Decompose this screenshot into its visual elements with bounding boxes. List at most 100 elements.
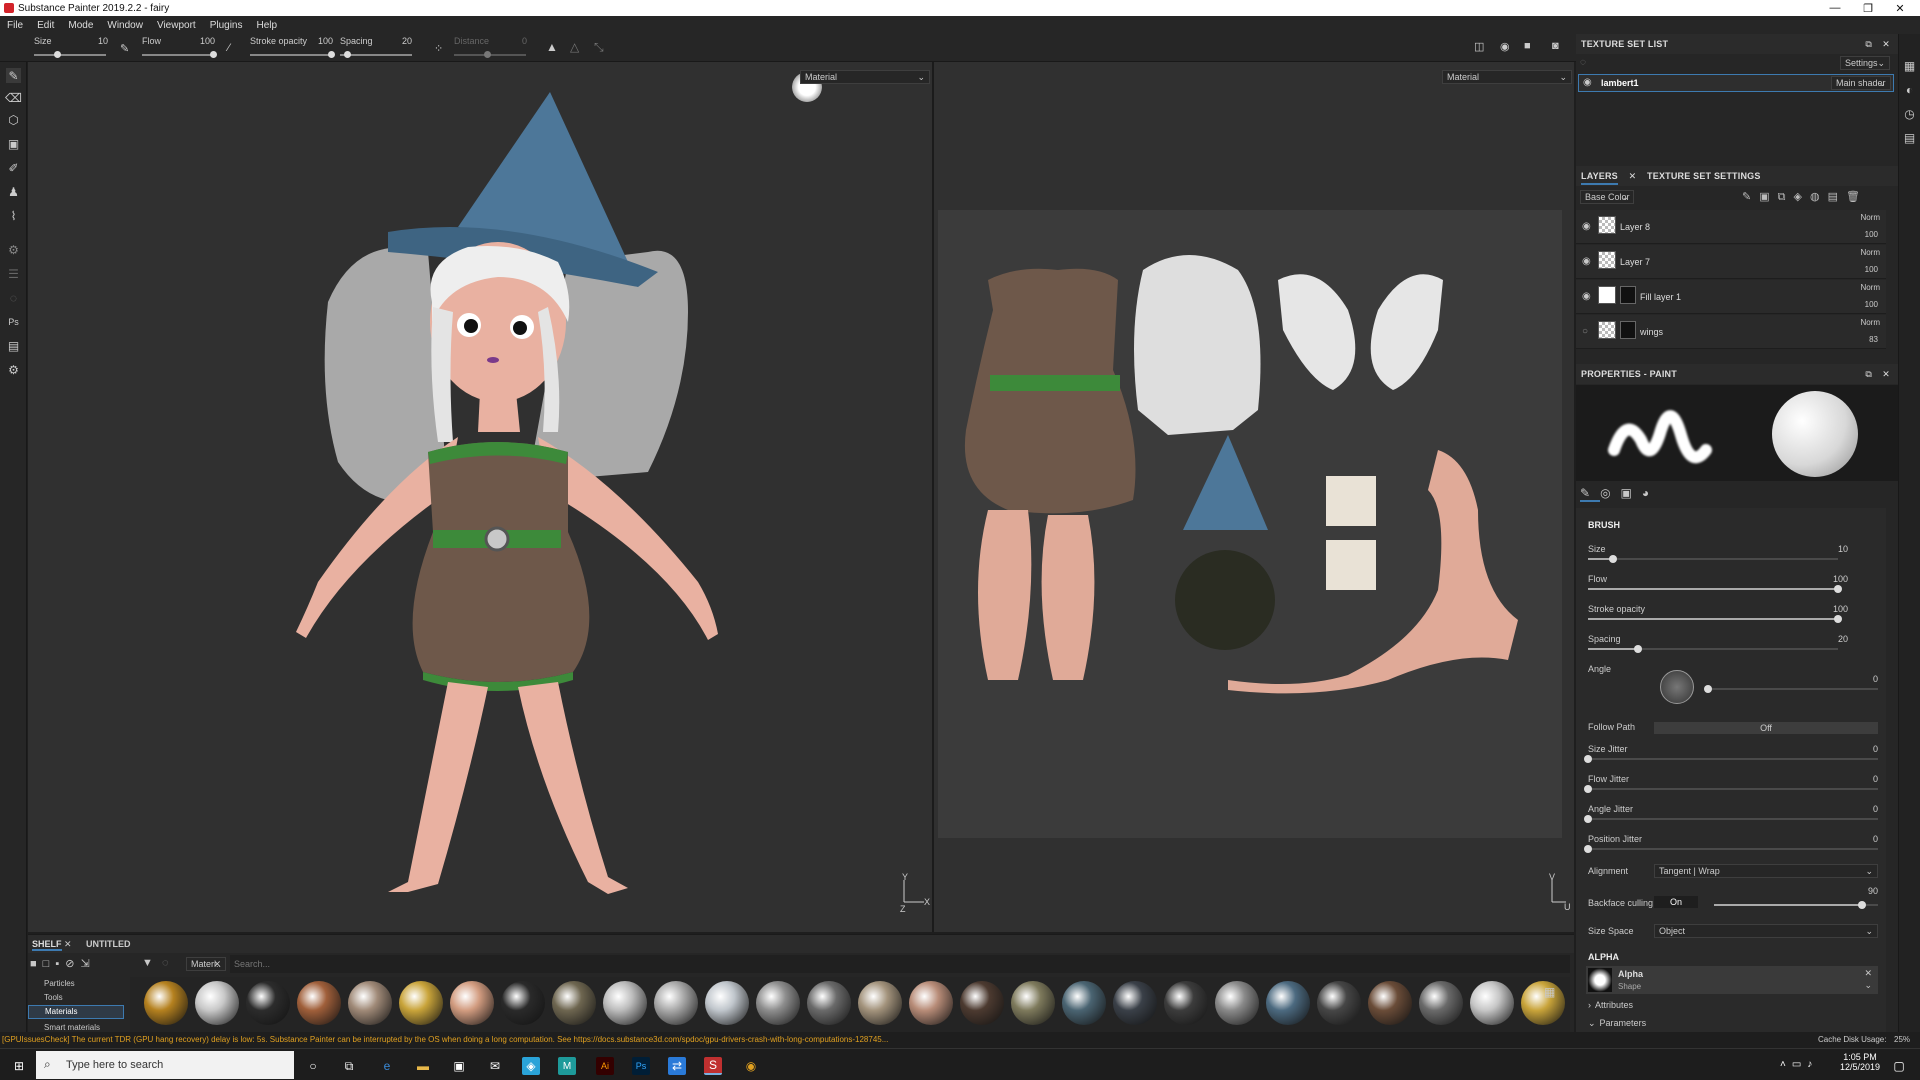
material-tab-icon[interactable]: ◎ bbox=[1600, 486, 1620, 500]
screenshot-icon[interactable]: ◙ bbox=[1552, 40, 1559, 52]
brush-size-row[interactable]: Size 10 bbox=[1588, 544, 1878, 563]
menu-window[interactable]: Window bbox=[100, 20, 150, 31]
pin-icon[interactable]: ⧉ bbox=[1865, 34, 1872, 54]
symmetry-icon[interactable]: ▲ bbox=[546, 40, 558, 54]
backface-culling-value[interactable]: 90 bbox=[1868, 886, 1878, 896]
windows-start-icon[interactable]: ⊞ bbox=[10, 1057, 28, 1075]
polygon-fill-icon[interactable]: ▣ bbox=[6, 136, 21, 151]
layer-row[interactable]: ◉ Layer 8 Norm 100 bbox=[1576, 210, 1886, 244]
folder-icon[interactable]: ■ bbox=[30, 958, 43, 970]
alignment-dropdown[interactable]: Tangent | Wrap ⌄ bbox=[1654, 864, 1878, 878]
material-thumbnail[interactable] bbox=[246, 981, 290, 1025]
material-thumbnail[interactable] bbox=[1113, 981, 1157, 1025]
tray-chevron-icon[interactable]: ˄ bbox=[1780, 1059, 1792, 1070]
shader-settings-icon[interactable]: ◌ bbox=[6, 290, 21, 305]
layer-opacity[interactable]: 100 bbox=[1865, 265, 1878, 274]
flow-jitter-slider[interactable] bbox=[1584, 785, 1878, 793]
new-folder-icon[interactable]: □ bbox=[43, 958, 56, 970]
material-thumbnail[interactable] bbox=[1011, 981, 1055, 1025]
menu-plugins[interactable]: Plugins bbox=[203, 20, 250, 31]
assets-icon[interactable]: ⚙ bbox=[6, 242, 21, 257]
taskbar-clock[interactable]: 1:05 PM 12/5/2019 bbox=[1840, 1052, 1880, 1072]
texture-set-settings-dropdown[interactable]: Settings ⌄ bbox=[1840, 56, 1890, 70]
size-jitter-row[interactable]: Size Jitter 0 bbox=[1584, 744, 1878, 763]
remove-alpha-icon[interactable]: ✕ bbox=[1864, 968, 1872, 979]
delete-layer-icon[interactable]: 🗑 bbox=[1846, 191, 1868, 203]
material-thumbnail[interactable] bbox=[348, 981, 392, 1025]
brush-icon[interactable]: ✎ bbox=[120, 42, 129, 55]
brush-tab-icon[interactable]: ✎ bbox=[1580, 486, 1601, 502]
layer-row[interactable]: ○ wings Norm 83 bbox=[1576, 315, 1886, 349]
material-thumbnail[interactable] bbox=[1164, 981, 1208, 1025]
material-thumbnail[interactable] bbox=[1470, 981, 1514, 1025]
toolbar-distance-slider[interactable] bbox=[454, 51, 526, 58]
add-mask-icon[interactable]: ▣ bbox=[1759, 191, 1777, 203]
eraser-icon[interactable]: ⌫ bbox=[5, 90, 22, 105]
folder-icon[interactable]: ▤ bbox=[1828, 191, 1846, 203]
toolbar-spacing-slider[interactable] bbox=[340, 51, 412, 58]
material-thumbnail[interactable] bbox=[705, 981, 749, 1025]
chrome-icon[interactable]: ◉ bbox=[742, 1057, 760, 1075]
menu-help[interactable]: Help bbox=[250, 20, 285, 31]
material-thumbnail[interactable] bbox=[858, 981, 902, 1025]
filter-icon[interactable]: ▼ bbox=[142, 957, 153, 969]
toolbar-stroke-opacity-slider[interactable] bbox=[250, 51, 335, 58]
alignment-row[interactable]: Alignment Tangent | Wrap ⌄ bbox=[1588, 864, 1878, 878]
category-tools[interactable]: Tools bbox=[44, 993, 63, 1002]
size-space-row[interactable]: Size Space Object ⌄ bbox=[1588, 924, 1878, 938]
visibility-eye-icon[interactable]: ◉ bbox=[1582, 291, 1591, 302]
log-icon[interactable]: ▤ bbox=[1902, 130, 1917, 145]
angle-jitter-value[interactable]: 0 bbox=[1873, 804, 1878, 814]
pin-icon[interactable]: ⧉ bbox=[1865, 364, 1872, 384]
viewport-2d[interactable]: Material ⌄ V U bbox=[934, 62, 1574, 932]
size-jitter-value[interactable]: 0 bbox=[1873, 744, 1878, 754]
lazy-mouse-icon[interactable]: ⁘ bbox=[434, 42, 443, 55]
menu-viewport[interactable]: Viewport bbox=[150, 20, 203, 31]
illustrator-icon[interactable]: Ai bbox=[596, 1057, 614, 1075]
material-thumbnail[interactable] bbox=[195, 981, 239, 1025]
shelf-search-input[interactable] bbox=[230, 955, 1570, 973]
blend-mode[interactable]: Norm bbox=[1860, 213, 1880, 222]
split-view-icon[interactable]: ◫ bbox=[1474, 40, 1484, 53]
close-button[interactable]: ✕ bbox=[1880, 0, 1920, 16]
mask-thumbnail[interactable] bbox=[1620, 286, 1636, 304]
size-space-dropdown[interactable]: Object ⌄ bbox=[1654, 924, 1878, 938]
notifications-icon[interactable]: ▢ bbox=[1890, 1057, 1908, 1075]
channel-dropdown[interactable]: Base Color ⌄ bbox=[1580, 190, 1634, 204]
mirror-icon[interactable]: △ bbox=[570, 40, 579, 54]
edge-icon[interactable]: e bbox=[378, 1057, 396, 1075]
hidden-eye-icon[interactable]: ○ bbox=[1582, 326, 1588, 337]
material-thumbnail[interactable] bbox=[756, 981, 800, 1025]
tab-untitled[interactable]: UNTITLED bbox=[86, 939, 131, 949]
history-icon[interactable]: ◷ bbox=[1902, 106, 1917, 121]
layer-opacity[interactable]: 100 bbox=[1865, 230, 1878, 239]
blend-mode[interactable]: Norm bbox=[1860, 318, 1880, 327]
material-thumbnail[interactable] bbox=[1215, 981, 1259, 1025]
layer-row[interactable]: ◉ Fill layer 1 Norm 100 bbox=[1576, 280, 1886, 314]
material-thumbnail[interactable] bbox=[144, 981, 188, 1025]
close-shelf-tab-icon[interactable]: ✕ bbox=[64, 939, 72, 950]
flow-jitter-value[interactable]: 0 bbox=[1873, 774, 1878, 784]
parameters-row[interactable]: ⌄ Parameters bbox=[1588, 1018, 1878, 1029]
brush-flow-row[interactable]: Flow 100 bbox=[1588, 574, 1878, 593]
mail-icon[interactable]: ✉ bbox=[486, 1057, 504, 1075]
pen-pressure-icon[interactable]: ⁄ bbox=[228, 42, 230, 54]
maya-icon[interactable]: M bbox=[558, 1057, 576, 1075]
close-layers-tab-icon[interactable]: ✕ bbox=[1629, 171, 1637, 181]
follow-path-toggle[interactable]: Off bbox=[1654, 722, 1878, 734]
filter-tag[interactable]: Materi.. ✕ bbox=[186, 957, 226, 971]
brush-spacing-value[interactable]: 20 bbox=[1838, 634, 1848, 644]
visibility-eye-icon[interactable]: ◉ bbox=[1582, 256, 1591, 267]
display-icon[interactable]: ◐ bbox=[1902, 82, 1917, 97]
volume-icon[interactable]: ♪ bbox=[1807, 1059, 1818, 1070]
add-fill-layer-icon[interactable]: ◈ bbox=[1793, 191, 1809, 203]
shader-dropdown[interactable]: Main shader ⌄ bbox=[1831, 76, 1891, 90]
substance-painter-taskbar-icon[interactable]: S bbox=[704, 1057, 722, 1075]
brush-spacing-slider[interactable] bbox=[1588, 645, 1838, 653]
material-thumbnail[interactable] bbox=[909, 981, 953, 1025]
store-icon[interactable]: ▣ bbox=[450, 1057, 468, 1075]
close-panel-icon[interactable]: ✕ bbox=[1882, 364, 1890, 384]
close-panel-icon[interactable]: ✕ bbox=[1882, 34, 1890, 54]
angle-dial[interactable] bbox=[1660, 670, 1694, 704]
blend-mode[interactable]: Norm bbox=[1860, 283, 1880, 292]
